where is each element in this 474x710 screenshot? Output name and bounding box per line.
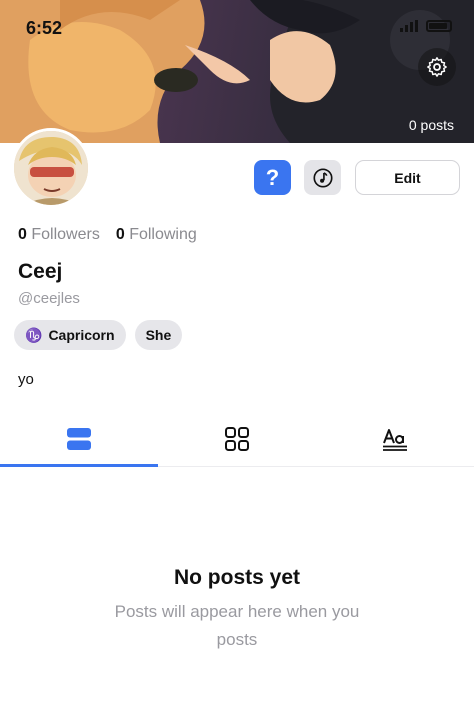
grid-view-icon: [225, 427, 249, 451]
edit-profile-button[interactable]: Edit: [355, 160, 460, 195]
status-indicators: [400, 20, 452, 32]
zodiac-chip[interactable]: ♑ Capricorn: [14, 320, 126, 350]
battery-icon: [426, 20, 452, 32]
signal-icon: [400, 20, 418, 32]
following-stat[interactable]: 0 Following: [116, 226, 197, 244]
avatar-image: [14, 131, 88, 205]
profile-handle: @ceejles: [18, 290, 80, 307]
avatar[interactable]: [11, 128, 91, 208]
banner-posts-count: 0 posts: [408, 117, 454, 133]
profile-banner: 6:52 0 posts: [0, 0, 474, 143]
content-tabs: [0, 412, 474, 467]
music-note-icon: [312, 167, 333, 188]
following-label: Following: [129, 226, 197, 243]
followers-stat[interactable]: 0 Followers: [18, 226, 100, 244]
list-view-icon: [67, 428, 91, 450]
help-button[interactable]: ?: [254, 160, 291, 195]
profile-tags: ♑ Capricorn She: [14, 320, 183, 350]
gear-icon: [427, 57, 447, 77]
followers-label: Followers: [31, 226, 100, 243]
music-button[interactable]: [304, 160, 341, 195]
zodiac-label: Capricorn: [48, 327, 115, 343]
empty-state-subtitle: Posts will appear here when you posts: [114, 602, 360, 649]
pronoun-label: She: [145, 327, 172, 343]
following-count: 0: [115, 226, 125, 243]
profile-bio: yo: [18, 371, 34, 388]
empty-state-title: No posts yet: [173, 566, 301, 589]
pronoun-chip[interactable]: She: [134, 320, 183, 350]
followers-count: 0: [18, 226, 27, 243]
settings-button[interactable]: [418, 48, 456, 86]
status-time: 6:52: [26, 18, 63, 38]
tab-text-view[interactable]: [316, 412, 474, 466]
tab-list-view[interactable]: [0, 412, 158, 467]
follow-stats: 0 Followers 0 Following: [18, 226, 197, 244]
capricorn-icon: ♑: [25, 326, 43, 343]
profile-name: Ceej: [18, 260, 63, 283]
text-view-icon: [383, 429, 407, 451]
tab-grid-view[interactable]: [158, 412, 316, 466]
